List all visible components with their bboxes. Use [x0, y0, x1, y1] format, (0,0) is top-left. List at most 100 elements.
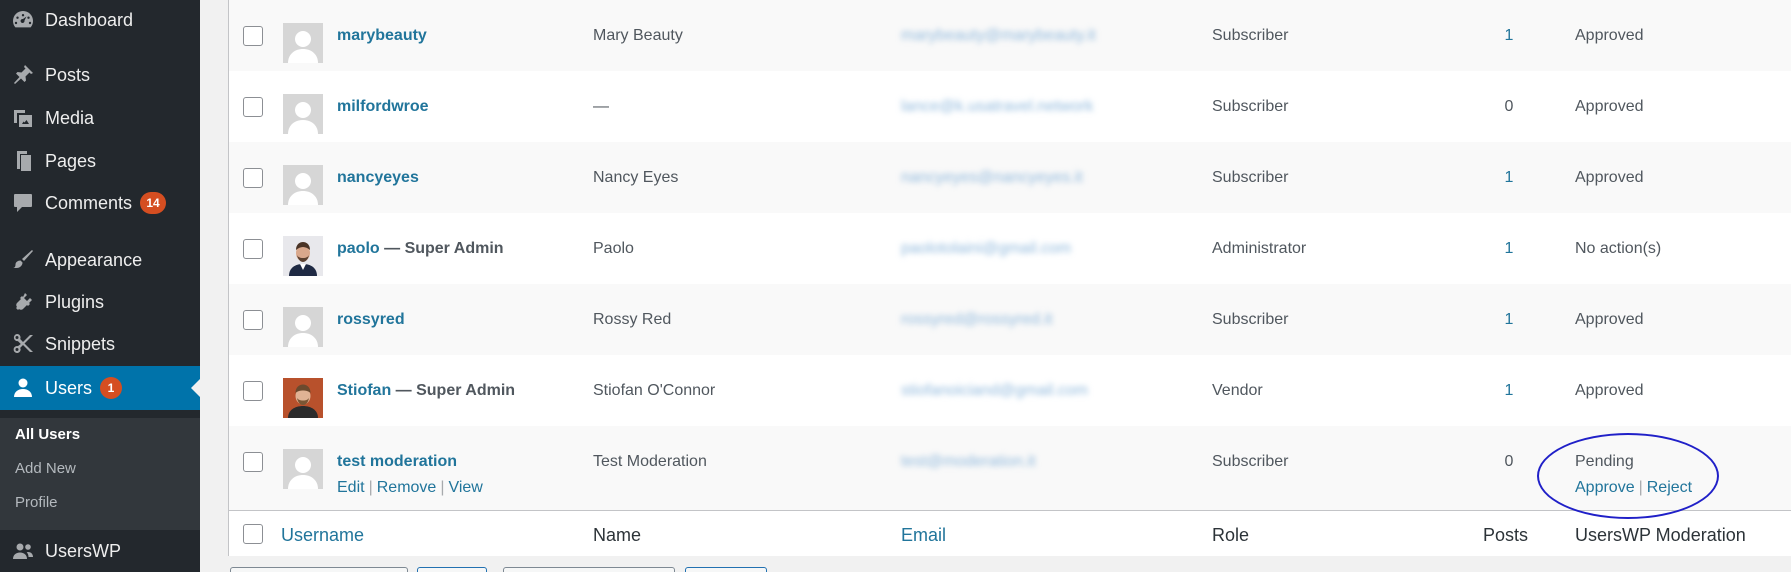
menu-item-snippets[interactable]: Snippets [0, 324, 200, 364]
moderation-status: No action(s) [1575, 240, 1662, 257]
username-link[interactable]: marybeauty [337, 27, 427, 44]
username-link[interactable]: milfordwroe [337, 98, 429, 115]
role-cell: Subscriber [1212, 169, 1289, 186]
table-row: Stiofan — Super Admin Stiofan O'Connor s… [229, 355, 1791, 426]
avatar [283, 307, 323, 347]
menu-label: UsersWP [45, 540, 121, 561]
avatar [283, 236, 323, 276]
role-cell: Vendor [1212, 382, 1263, 399]
email-link[interactable]: paolotolaini@gmail.com [901, 240, 1071, 258]
menu-item-dashboard[interactable]: Dashboard [0, 0, 200, 40]
column-email-sort[interactable]: Email [901, 525, 946, 546]
menu-label: Dashboard [45, 9, 134, 30]
menu-label: Comments [45, 192, 133, 213]
change-button[interactable] [685, 567, 767, 572]
approve-user-link[interactable]: Approve [1575, 479, 1635, 496]
role-cell: Subscriber [1212, 311, 1289, 328]
email-link[interactable]: stiofanoiciand@gmail.com [901, 382, 1088, 400]
column-posts: Posts [1483, 525, 1529, 545]
name-cell: Rossy Red [593, 311, 672, 328]
menu-item-plugins[interactable]: Plugins [0, 282, 200, 322]
apply-button[interactable] [417, 567, 487, 572]
reject-user-link[interactable]: Reject [1647, 479, 1692, 496]
username-cell: paolo — Super Admin [337, 240, 504, 258]
menu-item-users[interactable]: Users 1 [0, 366, 200, 410]
row-checkbox[interactable] [243, 310, 263, 330]
email-link[interactable]: test@moderation.it [901, 453, 1036, 471]
row-checkbox[interactable] [243, 239, 263, 259]
menu-item-pages[interactable]: Pages [0, 141, 200, 181]
column-role: Role [1212, 525, 1250, 545]
column-moderation: UsersWP Moderation [1575, 525, 1746, 545]
menu-item-userswp[interactable]: UsersWP [0, 531, 200, 571]
role-cell: Subscriber [1212, 27, 1289, 44]
table-row: rossyred Rossy Red rossyred@rossyred.it … [229, 284, 1791, 355]
username-link[interactable]: Stiofan [337, 382, 391, 399]
posts-count-link[interactable]: 1 [1499, 311, 1519, 329]
menu-item-media[interactable]: Media [0, 98, 200, 138]
menu-label: Pages [45, 150, 97, 171]
change-role-select[interactable] [503, 567, 675, 572]
moderation-status: Approved [1575, 382, 1644, 399]
users-submenu: All Users Add New Profile [0, 418, 200, 530]
username-cell: nancyeyes [337, 169, 419, 187]
menu-item-posts[interactable]: Posts [0, 55, 200, 95]
userswp-icon [0, 539, 45, 563]
name-cell: Test Moderation [593, 453, 707, 470]
email-link[interactable]: nancyeyes@nancyeyes.it [901, 169, 1083, 187]
row-checkbox[interactable] [243, 381, 263, 401]
posts-count-link[interactable]: 1 [1499, 240, 1519, 258]
role-cell: Subscriber [1212, 98, 1289, 115]
row-checkbox[interactable] [243, 168, 263, 188]
email-link[interactable]: marybeauty@marybeauty.it [901, 27, 1096, 45]
column-name: Name [593, 525, 642, 545]
paintbrush-icon [0, 248, 45, 272]
submenu-add-new[interactable]: Add New [15, 460, 76, 477]
username-link[interactable]: paolo [337, 240, 380, 257]
row-actions: Edit | Remove | View [337, 479, 483, 496]
menu-label: Appearance [45, 249, 143, 270]
avatar [283, 23, 323, 63]
avatar [283, 94, 323, 134]
avatar [283, 165, 323, 205]
name-cell: Mary Beauty [593, 27, 683, 44]
email-link[interactable]: lance@k.usatravel.network [901, 98, 1093, 116]
scissors-icon [0, 332, 45, 356]
dashboard-icon [0, 8, 45, 32]
submenu-profile[interactable]: Profile [15, 494, 58, 511]
submenu-all-users[interactable]: All Users [15, 426, 80, 443]
row-checkbox[interactable] [243, 26, 263, 46]
column-username-sort[interactable]: Username [281, 525, 364, 546]
username-cell: Stiofan — Super Admin [337, 382, 515, 400]
moderation-status: Approved [1575, 311, 1644, 328]
posts-count-link[interactable]: 1 [1499, 169, 1519, 187]
media-icon [0, 106, 45, 130]
user-icon [0, 376, 45, 400]
moderation-status: Approved [1575, 27, 1644, 44]
username-link[interactable]: test moderation [337, 453, 457, 470]
user-role-suffix: — Super Admin [391, 382, 516, 399]
bulk-action-select[interactable] [230, 567, 408, 572]
row-checkbox[interactable] [243, 452, 263, 472]
edit-user-link[interactable]: Edit [337, 479, 365, 496]
posts-count-link[interactable]: 1 [1499, 27, 1519, 45]
menu-item-appearance[interactable]: Appearance [0, 240, 200, 280]
posts-count: 0 [1504, 453, 1514, 470]
view-user-link[interactable]: View [448, 479, 482, 496]
email-link[interactable]: rossyred@rossyred.it [901, 311, 1052, 329]
menu-label: Snippets [45, 333, 116, 354]
select-all-checkbox[interactable] [243, 524, 263, 544]
posts-count: 0 [1504, 98, 1514, 115]
row-checkbox[interactable] [243, 97, 263, 117]
moderation-status: Approved [1575, 98, 1644, 115]
username-link[interactable]: nancyeyes [337, 169, 419, 186]
role-cell: Administrator [1212, 240, 1307, 257]
menu-item-comments[interactable]: Comments 14 [0, 183, 200, 223]
posts-count-link[interactable]: 1 [1499, 382, 1519, 400]
table-row: paolo — Super Admin Paolo paolotolaini@g… [229, 213, 1791, 284]
moderation-status: Approved [1575, 169, 1644, 186]
username-link[interactable]: rossyred [337, 311, 405, 328]
remove-user-link[interactable]: Remove [377, 479, 437, 496]
menu-label: Plugins [45, 291, 105, 312]
username-cell: test moderation [337, 453, 457, 471]
